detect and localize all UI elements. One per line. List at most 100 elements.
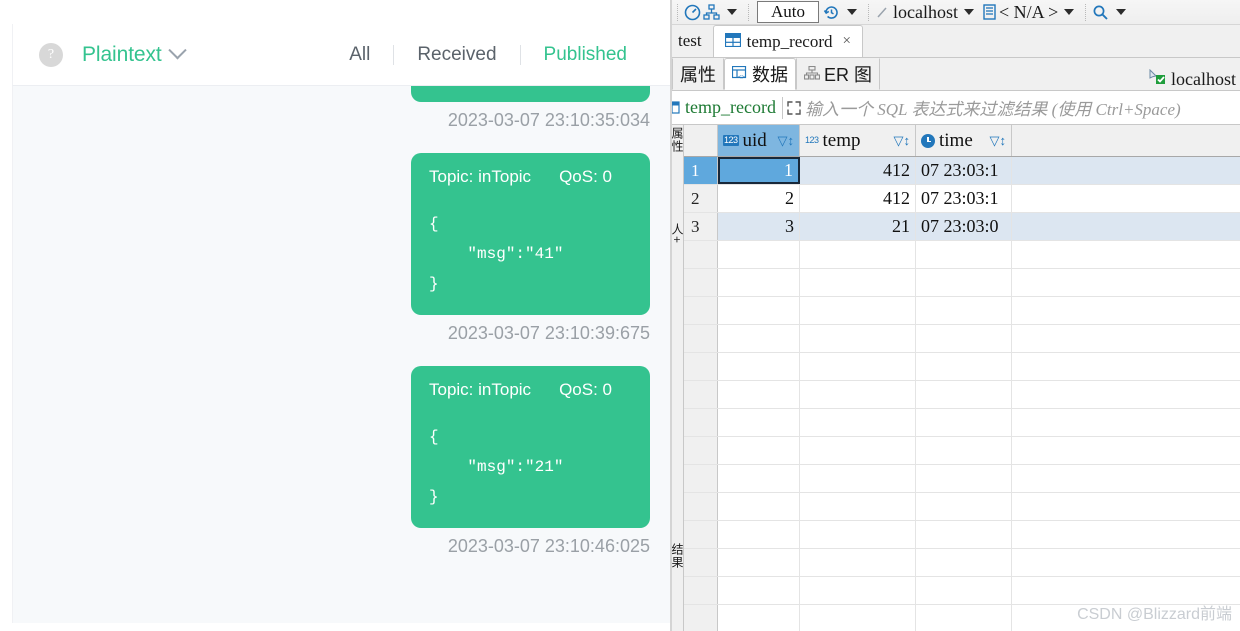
table-row-empty[interactable] [684, 493, 1240, 521]
table-row-empty[interactable] [684, 325, 1240, 353]
cell-empty[interactable] [718, 521, 800, 548]
table-row-empty[interactable] [684, 297, 1240, 325]
editor-tab-temp-record[interactable]: temp_record × [712, 25, 863, 57]
cell-empty[interactable] [916, 577, 1012, 604]
sql-filter-input[interactable]: 输入一个 SQL 表达式来过滤结果 (使用 Ctrl+Space) [805, 95, 1181, 120]
table-row-empty[interactable] [684, 381, 1240, 409]
transaction-icon[interactable] [702, 3, 721, 22]
column-filter-icon[interactable]: ▽↕ [778, 133, 795, 149]
cell-empty[interactable] [718, 577, 800, 604]
grid-empty-area[interactable] [684, 241, 1240, 631]
cell-empty[interactable] [718, 353, 800, 380]
cell-uid[interactable]: 3 [718, 213, 800, 240]
search-dropdown-caret[interactable] [1116, 9, 1127, 15]
search-icon[interactable] [1091, 3, 1110, 22]
cell-empty[interactable] [718, 493, 800, 520]
schema-dropdown-caret[interactable] [1064, 9, 1075, 15]
cell-temp[interactable]: 21 [800, 213, 916, 240]
expand-icon[interactable] [783, 97, 805, 119]
row-number[interactable]: 2 [684, 185, 718, 212]
table-row-empty[interactable] [684, 353, 1240, 381]
message-bubble-clipped[interactable] [411, 86, 650, 102]
cell-empty[interactable] [916, 521, 1012, 548]
cell-empty[interactable] [800, 521, 916, 548]
table-row[interactable]: 2 2 412 07 23:03:1 [684, 185, 1240, 213]
table-row-empty[interactable] [684, 437, 1240, 465]
cell-empty[interactable] [718, 381, 800, 408]
cell-time[interactable]: 07 23:03:1 [916, 157, 1012, 184]
table-row[interactable]: 3 3 21 07 23:03:0 [684, 213, 1240, 241]
cell-empty[interactable] [916, 241, 1012, 268]
cell-empty[interactable] [800, 465, 916, 492]
message-bubble[interactable]: Topic: inTopic QoS: 0 { "msg":"41" } [411, 153, 650, 315]
cell-empty[interactable] [916, 381, 1012, 408]
table-row[interactable]: 1 1 412 07 23:03:1 [684, 157, 1240, 185]
cell-empty[interactable] [800, 325, 916, 352]
cell-empty[interactable] [916, 269, 1012, 296]
cell-empty[interactable] [916, 437, 1012, 464]
gauge-icon[interactable] [683, 3, 702, 22]
row-number[interactable]: 3 [684, 213, 718, 240]
rail-label-properties[interactable]: 属性 [672, 127, 683, 153]
cell-temp[interactable]: 412 [800, 185, 916, 212]
cell-time[interactable]: 07 23:03:0 [916, 213, 1012, 240]
cell-uid[interactable]: 2 [718, 185, 800, 212]
editor-tab-test[interactable]: test [672, 25, 713, 57]
cell-empty[interactable] [916, 549, 1012, 576]
table-row-empty[interactable] [684, 465, 1240, 493]
active-connection-label[interactable]: localhost [893, 2, 958, 23]
cell-empty[interactable] [718, 409, 800, 436]
commit-mode-field[interactable]: Auto [757, 1, 819, 23]
message-list[interactable]: 2023-03-07 23:10:35:034 Topic: inTopic Q… [12, 86, 672, 623]
cell-empty[interactable] [718, 549, 800, 576]
cell-temp[interactable]: 412 [800, 157, 916, 184]
message-bubble[interactable]: Topic: inTopic QoS: 0 { "msg":"21" } [411, 366, 650, 528]
tab-er-diagram[interactable]: ER 图 [796, 58, 881, 90]
cell-empty[interactable] [718, 437, 800, 464]
question-mark-icon[interactable]: ? [39, 42, 63, 67]
cell-empty[interactable] [800, 353, 916, 380]
tab-data[interactable]: <> 数据 [724, 58, 796, 90]
filter-tab-published[interactable]: Published [521, 44, 650, 66]
table-row-empty[interactable] [684, 521, 1240, 549]
column-header-temp[interactable]: 123 temp ▽↕ [800, 125, 916, 156]
cell-empty[interactable] [916, 605, 1012, 631]
column-filter-icon[interactable]: ▽↕ [990, 133, 1007, 149]
cell-empty[interactable] [718, 325, 800, 352]
cell-empty[interactable] [916, 409, 1012, 436]
cell-empty[interactable] [800, 241, 916, 268]
cell-empty[interactable] [800, 549, 916, 576]
cell-empty[interactable] [800, 493, 916, 520]
cell-empty[interactable] [916, 465, 1012, 492]
tab-properties[interactable]: 属性 [672, 58, 724, 90]
payload-format-select[interactable]: Plaintext [82, 41, 187, 67]
cell-empty[interactable] [800, 577, 916, 604]
cell-empty[interactable] [800, 297, 916, 324]
active-schema-label[interactable]: < N/A > [999, 2, 1058, 23]
connection-dropdown-caret[interactable] [964, 9, 974, 15]
cell-time[interactable]: 07 23:03:1 [916, 185, 1012, 212]
table-row-empty[interactable] [684, 549, 1240, 577]
rail-label-result[interactable]: 结果 [672, 543, 683, 569]
cell-empty[interactable] [800, 437, 916, 464]
column-header-time[interactable]: time ▽↕ [916, 125, 1012, 156]
cell-empty[interactable] [916, 493, 1012, 520]
cell-uid[interactable]: 1 [718, 157, 800, 184]
filter-tab-all[interactable]: All [326, 44, 393, 66]
cell-empty[interactable] [916, 325, 1012, 352]
column-header-uid[interactable]: 123 uid ▽↕ [718, 125, 800, 156]
cell-empty[interactable] [800, 381, 916, 408]
cell-empty[interactable] [718, 297, 800, 324]
close-icon[interactable]: × [843, 33, 851, 50]
row-number[interactable]: 1 [684, 157, 718, 184]
rail-label-grid[interactable]: 人+ [672, 223, 683, 244]
cell-empty[interactable] [916, 297, 1012, 324]
history-dropdown-caret[interactable] [847, 9, 857, 15]
column-filter-icon[interactable]: ▽↕ [894, 133, 911, 149]
cell-empty[interactable] [800, 409, 916, 436]
cell-empty[interactable] [718, 605, 800, 631]
table-row-empty[interactable] [684, 269, 1240, 297]
table-row-empty[interactable] [684, 409, 1240, 437]
cell-empty[interactable] [718, 241, 800, 268]
cell-empty[interactable] [916, 353, 1012, 380]
